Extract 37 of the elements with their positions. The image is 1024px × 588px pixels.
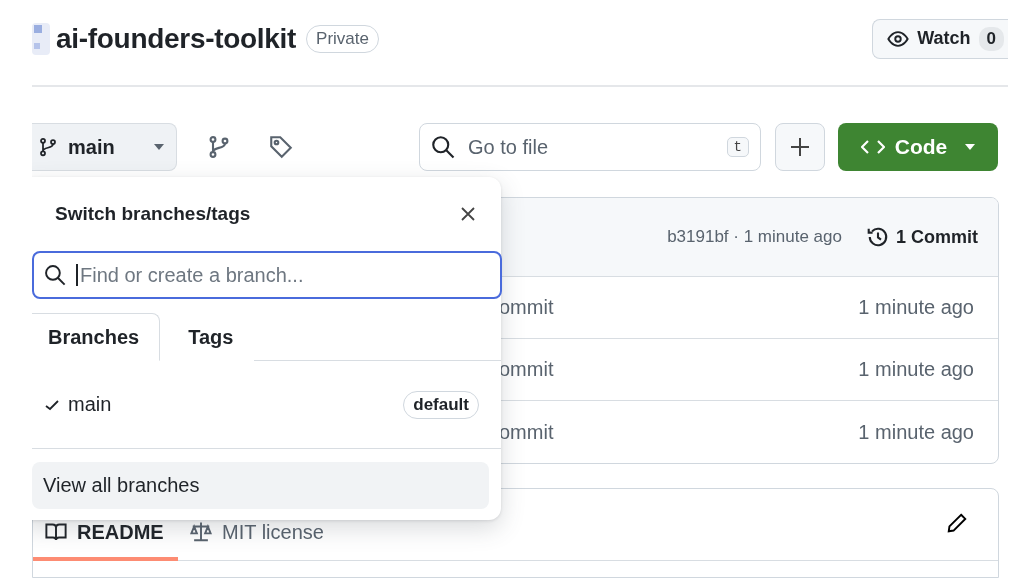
dropdown-title: Switch branches/tags [55,203,251,225]
caret-icon [965,144,976,150]
caret-icon [154,144,164,150]
search-icon [431,135,455,159]
commits-link[interactable]: 1 Commit [866,225,978,249]
pencil-icon [946,512,968,534]
latest-commit-info: b3191bf · 1 minute ago [667,227,842,247]
view-all-branches-link[interactable]: View all branches [32,462,489,509]
dropdown-tab[interactable]: Branches [32,313,161,361]
readme-tab[interactable]: MIT license [178,515,336,561]
branch-selector[interactable]: main [32,123,177,171]
branch-search-field[interactable]: Find or create a branch... [32,251,502,299]
watch-count: 0 [978,26,1004,51]
code-button[interactable]: Code [838,123,998,171]
scale-icon [190,521,212,543]
commit-message[interactable]: ommit [499,296,554,319]
repo-title[interactable]: ai-founders-toolkit [56,22,297,55]
branch-icon [38,137,58,157]
watch-button[interactable]: Watch 0 [872,18,1008,59]
text-cursor [76,264,78,286]
avatar-icon [32,22,50,55]
search-icon [44,264,66,286]
commit-time: 1 minute ago [858,420,974,444]
commit-time: 1 minute ago [858,358,974,381]
close-icon [461,207,475,221]
code-icon [860,139,885,155]
branch-item[interactable]: main default [32,361,501,449]
book-icon [45,521,67,543]
commit-time: 1 minute ago [858,296,974,319]
commit-message[interactable]: ommit [499,420,554,444]
close-button[interactable] [461,207,475,221]
add-button[interactable] [775,123,825,171]
plus-icon [790,137,810,157]
branch-icon [207,135,231,159]
commit-message[interactable]: ommit [499,358,554,381]
history-icon [866,225,890,249]
tag-icon [269,135,293,159]
